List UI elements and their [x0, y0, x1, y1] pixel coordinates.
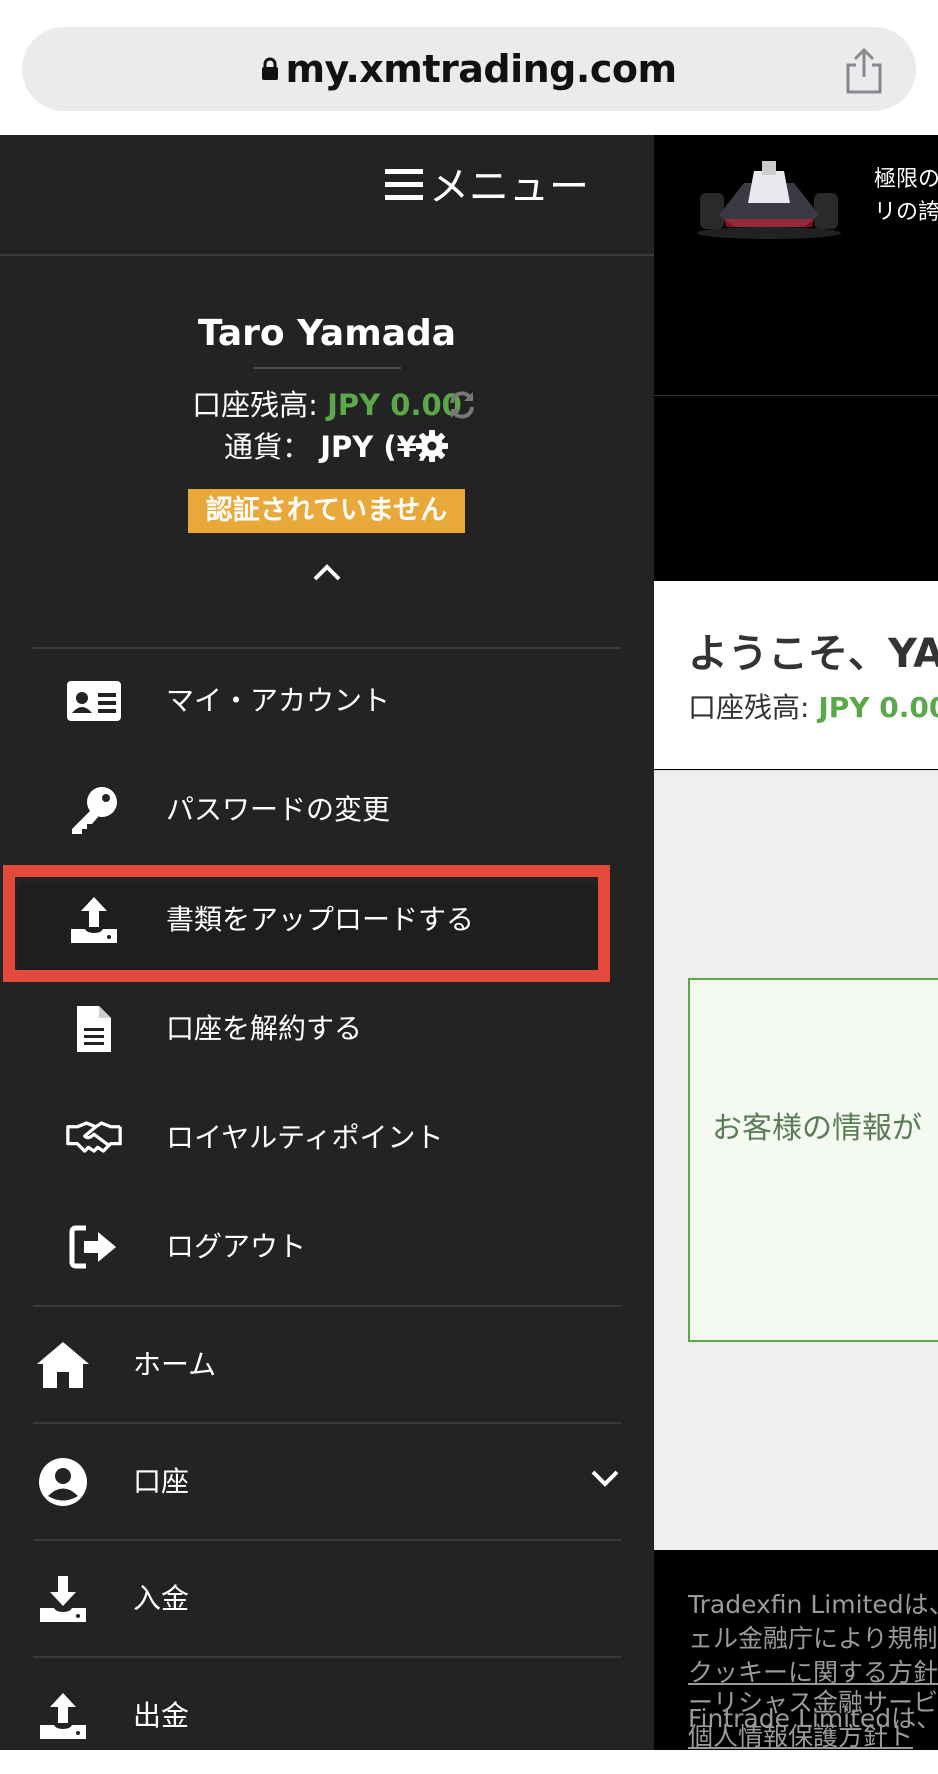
footer-line: ェル金融庁により規制 [688, 1624, 938, 1653]
welcome-balance-label: 口座残高: [688, 691, 819, 724]
footer-line: ーリシャス金融サービ [688, 1688, 938, 1717]
menu-item-change-password[interactable]: パスワードの変更 [0, 760, 654, 860]
info-box [688, 978, 938, 1342]
promo-banner[interactable]: 極限の リの誇 [654, 135, 938, 264]
handshake-icon [66, 1113, 122, 1163]
race-car-image [697, 161, 841, 239]
info-area [654, 770, 938, 1551]
welcome-title: ようこそ、YAMA [688, 631, 938, 677]
browser-bar: my.xmtrading.com [0, 0, 938, 135]
menu-item-label: 口座を解約する [166, 1012, 363, 1045]
nav-item-deposit[interactable]: 入金 [0, 1541, 654, 1657]
logout-icon [66, 1222, 122, 1272]
welcome-card: ようこそ、YAMA 口座残高: JPY 0.00 [654, 581, 938, 769]
hamburger-icon [385, 169, 423, 200]
key-icon [66, 785, 122, 835]
url-text: my.xmtrading.com [285, 47, 677, 91]
lock-icon [262, 57, 279, 80]
highlight-frame [3, 865, 610, 982]
promo-text: 極限の リの誇 [874, 163, 938, 229]
nav-item-label: ホーム [133, 1348, 217, 1381]
footer-line: Tradexfin Limitedは、 [688, 1590, 938, 1619]
address-bar[interactable]: my.xmtrading.com [22, 27, 916, 111]
nav-item-home[interactable]: ホーム [0, 1307, 654, 1423]
menu-title: メニュー [429, 164, 589, 210]
download-icon [35, 1571, 91, 1627]
share-icon[interactable] [842, 47, 886, 95]
nav-item-accounts[interactable]: 口座 [0, 1424, 654, 1540]
nav-item-label: 入金 [133, 1582, 190, 1615]
promo-line-2: リの誇 [874, 200, 938, 225]
menu-item-label: ログアウト [166, 1230, 307, 1263]
balance-value: JPY 0.00 [327, 388, 462, 422]
user-circle-icon [35, 1454, 91, 1510]
menu-item-label: マイ・アカウント [166, 684, 391, 717]
name-divider [253, 367, 401, 369]
side-menu: メニュー Taro Yamada 口座残高: JPY 0.00 通貨： JPY … [0, 135, 654, 1750]
account-balance: 口座残高: JPY 0.00 [0, 383, 654, 427]
balance-label: 口座残高: [192, 388, 328, 422]
cookie-policy-link[interactable]: クッキーに関する方針 [688, 1656, 938, 1690]
info-message: お客様の情報が [712, 1111, 922, 1146]
home-icon [35, 1337, 91, 1393]
welcome-balance: 口座残高: JPY 0.00 [688, 686, 938, 726]
menu-item-loyalty-points[interactable]: ロイヤルティポイント [0, 1088, 654, 1188]
promo-line-1: 極限の [874, 167, 938, 192]
divider [33, 647, 621, 649]
chevron-down-icon[interactable] [590, 1468, 620, 1488]
nav-item-label: 口座 [133, 1465, 190, 1498]
currency-value: JPY (¥) [320, 430, 431, 464]
menu-item-logout[interactable]: ログアウト [0, 1197, 654, 1297]
verification-status-badge: 認証されていません [188, 489, 465, 533]
currency-label: 通貨： [223, 430, 321, 464]
nav-item-label: 出金 [133, 1699, 190, 1732]
refresh-icon[interactable] [446, 389, 478, 421]
menu-header: メニュー [0, 135, 654, 256]
nav-item-withdrawal[interactable]: 出金 [0, 1658, 654, 1774]
account-currency: 通貨： JPY (¥) [0, 425, 654, 469]
menu-item-close-account[interactable]: 口座を解約する [0, 979, 654, 1079]
user-name: Taro Yamada [197, 313, 457, 354]
url-display[interactable]: my.xmtrading.com [22, 27, 916, 111]
background-page: 極限の リの誇 ようこそ、YAMA 口座残高: JPY 0.00 お客様の情報が… [654, 135, 938, 1750]
document-icon [66, 1004, 122, 1054]
welcome-balance-value: JPY 0.00 [818, 691, 938, 724]
menu-toggle[interactable]: メニュー [385, 157, 589, 217]
privacy-policy-link[interactable]: 個人情報保護方針ト [688, 1720, 913, 1750]
menu-item-label: ロイヤルティポイント [166, 1121, 444, 1154]
id-card-icon [66, 676, 122, 726]
gear-icon[interactable] [415, 429, 449, 463]
upload-icon [35, 1688, 91, 1744]
menu-item-my-account[interactable]: マイ・アカウント [0, 651, 654, 751]
menu-item-label: パスワードの変更 [166, 793, 391, 826]
chevron-up-icon[interactable] [311, 563, 343, 583]
background-band [654, 263, 938, 396]
